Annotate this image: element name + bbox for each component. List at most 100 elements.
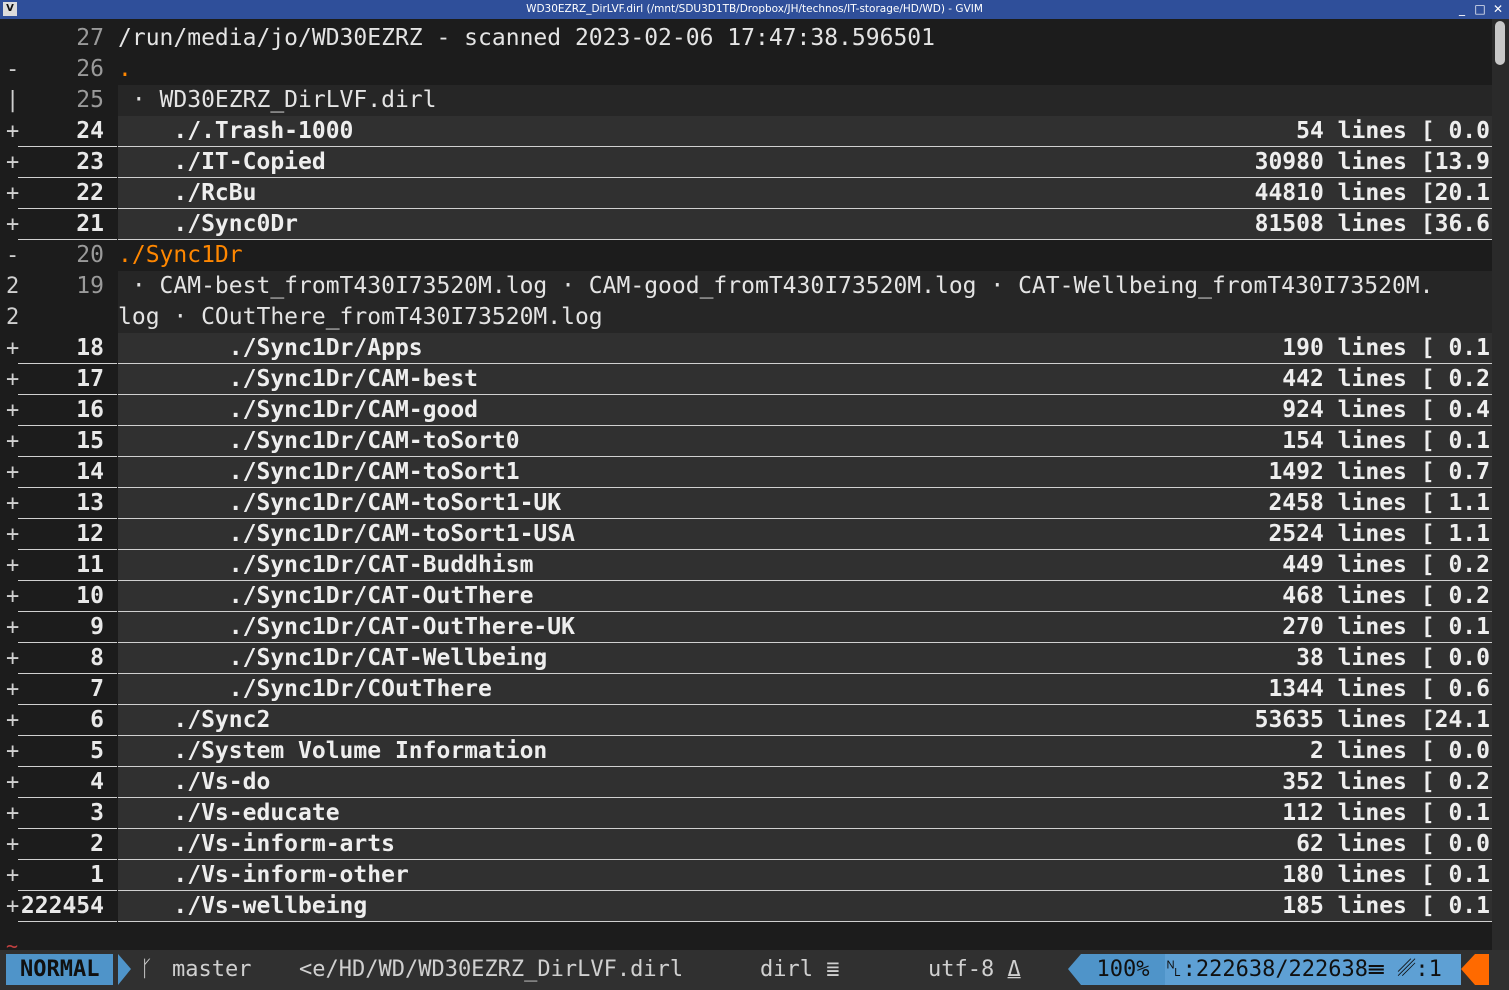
fold-text[interactable]: ./RcBu 44810 lines [20.1 xyxy=(118,178,1492,209)
git-branch-icon: ᚴ xyxy=(140,957,154,982)
line-number: 26 xyxy=(76,56,104,82)
fold-text[interactable]: ./Sync0Dr 81508 lines [36.6 xyxy=(118,209,1492,240)
minimize-button[interactable]: _ xyxy=(1454,0,1470,19)
buffer-line[interactable]: -26. xyxy=(0,54,1492,85)
fold-line[interactable]: +6 ./Sync2 53635 lines [24.1 xyxy=(0,705,1492,736)
fold-line[interactable]: +12 ./Sync1Dr/CAM-toSort1-USA 2524 lines … xyxy=(0,519,1492,550)
fold-label: ./IT-Copied xyxy=(118,149,326,175)
fold-line-count: 352 lines [ 0.2 xyxy=(1282,769,1490,795)
fold-line-count: 30980 lines [13.9 xyxy=(1254,149,1490,175)
line-text[interactable]: /run/media/jo/WD30EZRZ - scanned 2023-02… xyxy=(118,23,1492,54)
fold-line[interactable]: +9 ./Sync1Dr/CAT-OutThere-UK 270 lines [ … xyxy=(0,612,1492,643)
fold-line[interactable]: +10 ./Sync1Dr/CAT-OutThere 468 lines [ 0.… xyxy=(0,581,1492,612)
fold-label: ./Sync2 xyxy=(118,707,271,733)
fold-line[interactable]: +5 ./System Volume Information 2 lines [ … xyxy=(0,736,1492,767)
fold-text[interactable]: ./Sync1Dr/Apps 190 lines [ 0.1 xyxy=(118,333,1492,364)
fold-text[interactable]: ./System Volume Information 2 lines [ 0.0 xyxy=(118,736,1492,767)
fold-line[interactable]: +2 ./Vs-inform-arts 62 lines [ 0.0 xyxy=(0,829,1492,860)
fold-label: ./Vs-inform-other xyxy=(118,862,409,888)
line-text[interactable]: . xyxy=(118,54,1492,85)
line-number: 222454 xyxy=(20,893,104,919)
line-number: 25 xyxy=(76,87,104,113)
fold-text[interactable]: ./Vs-inform-arts 62 lines [ 0.0 xyxy=(118,829,1492,860)
close-button[interactable]: ✕ xyxy=(1490,0,1506,19)
maximize-button[interactable]: □ xyxy=(1472,0,1488,19)
fold-line[interactable]: +4 ./Vs-do 352 lines [ 0.2 xyxy=(0,767,1492,798)
fold-line[interactable]: +24 ./.Trash-1000 54 lines [ 0.0 xyxy=(0,116,1492,147)
fold-column-sign[interactable]: 2 xyxy=(6,302,19,333)
line-number: 22 xyxy=(76,180,104,206)
line-number: 14 xyxy=(76,459,104,485)
fold-label: ./Sync1Dr/COutThere xyxy=(118,676,492,702)
fold-text[interactable]: ./Sync1Dr/CAM-toSort1-UK 2458 lines [ 1.1 xyxy=(118,488,1492,519)
line-gutter: +1 xyxy=(6,860,117,891)
encoding: utf-8 ⍙ xyxy=(928,957,1021,982)
fold-line[interactable]: +23 ./IT-Copied 30980 lines [13.9 xyxy=(0,147,1492,178)
buffer-line[interactable]: 2 log · COutThere_fromT430I73520M.log xyxy=(0,302,1492,333)
file-path: <e/HD/WD/WD30EZRZ_DirLVF.dirl xyxy=(299,957,684,982)
line-number: 15 xyxy=(76,428,104,454)
fold-text[interactable]: ./Sync1Dr/CAT-Wellbeing 38 lines [ 0.0 xyxy=(118,643,1492,674)
fold-line[interactable]: +13 ./Sync1Dr/CAM-toSort1-UK 2458 lines [… xyxy=(0,488,1492,519)
fold-line[interactable]: +17 ./Sync1Dr/CAM-best 442 lines [ 0.2 xyxy=(0,364,1492,395)
buffer-line[interactable]: 27/run/media/jo/WD30EZRZ - scanned 2023-… xyxy=(0,23,1492,54)
fold-text[interactable]: ./.Trash-1000 54 lines [ 0.0 xyxy=(118,116,1492,147)
fold-line-count: 2 lines [ 0.0 xyxy=(1309,738,1490,764)
fold-text[interactable]: ./Vs-educate 112 lines [ 0.1 xyxy=(118,798,1492,829)
line-number: 21 xyxy=(76,211,104,237)
fold-text[interactable]: ./Vs-wellbeing 185 lines [ 0.1 xyxy=(118,891,1492,922)
fold-line[interactable]: +14 ./Sync1Dr/CAM-toSort1 1492 lines [ 0.… xyxy=(0,457,1492,488)
fold-label: ./Sync1Dr/CAM-toSort1 xyxy=(118,459,520,485)
fold-line[interactable]: +15 ./Sync1Dr/CAM-toSort0 154 lines [ 0.1 xyxy=(0,426,1492,457)
fold-line[interactable]: +16 ./Sync1Dr/CAM-good 924 lines [ 0.4 xyxy=(0,395,1492,426)
fold-text[interactable]: ./Sync1Dr/COutThere 1344 lines [ 0.6 xyxy=(118,674,1492,705)
fold-line-count: 190 lines [ 0.1 xyxy=(1282,335,1490,361)
fold-line[interactable]: +8 ./Sync1Dr/CAT-Wellbeing 38 lines [ 0.0 xyxy=(0,643,1492,674)
fold-text[interactable]: ./Vs-do 352 lines [ 0.2 xyxy=(118,767,1492,798)
line-gutter: +3 xyxy=(6,798,117,829)
line-gutter: 2 19 xyxy=(0,271,117,302)
fold-text[interactable]: ./Vs-inform-other 180 lines [ 0.1 xyxy=(118,860,1492,891)
vertical-scrollbar[interactable] xyxy=(1492,19,1509,950)
line-gutter: -20 xyxy=(0,240,117,271)
fold-line[interactable]: +18 ./Sync1Dr/Apps 190 lines [ 0.1 xyxy=(0,333,1492,364)
fold-label: ./Sync1Dr/CAM-best xyxy=(118,366,479,392)
fold-label: ./Sync1Dr/CAM-toSort1-UK xyxy=(118,490,562,516)
fold-line[interactable]: +7 ./Sync1Dr/COutThere 1344 lines [ 0.6 xyxy=(0,674,1492,705)
line-text[interactable]: log · COutThere_fromT430I73520M.log xyxy=(118,302,1492,333)
line-number: 7 xyxy=(90,676,104,702)
fold-line[interactable]: +21 ./Sync0Dr 81508 lines [36.6 xyxy=(0,209,1492,240)
fold-line[interactable]: +11 ./Sync1Dr/CAT-Buddhism 449 lines [ 0.… xyxy=(0,550,1492,581)
fold-text[interactable]: ./Sync1Dr/CAT-OutThere 468 lines [ 0.2 xyxy=(118,581,1492,612)
fold-text[interactable]: ./IT-Copied 30980 lines [13.9 xyxy=(118,147,1492,178)
fold-text[interactable]: ./Sync1Dr/CAM-good 924 lines [ 0.4 xyxy=(118,395,1492,426)
fold-line-count: 924 lines [ 0.4 xyxy=(1282,397,1490,423)
line-text[interactable]: · WD30EZRZ_DirLVF.dirl xyxy=(118,85,1492,116)
buffer-line[interactable]: -20 ./Sync1Dr xyxy=(0,240,1492,271)
line-gutter: +16 xyxy=(6,395,117,426)
line-gutter: +11 xyxy=(6,550,117,581)
git-branch: master xyxy=(172,957,252,982)
fold-line[interactable]: +1 ./Vs-inform-other 180 lines [ 0.1 xyxy=(0,860,1492,891)
fold-text[interactable]: ./Sync1Dr/CAM-toSort1 1492 lines [ 0.7 xyxy=(118,457,1492,488)
window-titlebar: V WD30EZRZ_DirLVF.dirl (/mnt/SDU3D1TB/Dr… xyxy=(0,0,1509,19)
fold-line[interactable]: +222454 ./Vs-wellbeing 185 lines [ 0.1 xyxy=(0,891,1492,922)
editor-buffer[interactable]: 2 7/run/media/jo/WD30EZRZ - scanned 2023-… xyxy=(0,19,1492,950)
scrollbar-thumb[interactable] xyxy=(1495,21,1505,65)
buffer-line[interactable]: 2 19 · CAM-best_fromT430I73520M.log · CAM… xyxy=(0,271,1492,302)
fold-line[interactable]: +22 ./RcBu 44810 lines [20.1 xyxy=(0,178,1492,209)
fold-line-count: 180 lines [ 0.1 xyxy=(1282,862,1490,888)
fold-text[interactable]: ./Sync1Dr/CAM-toSort1-USA 2524 lines [ 1.… xyxy=(118,519,1492,550)
fold-text[interactable]: ./Sync1Dr/CAT-OutThere-UK 270 lines [ 0.1 xyxy=(118,612,1492,643)
line-gutter: +17 xyxy=(6,364,117,395)
fold-line[interactable]: +3 ./Vs-educate 112 lines [ 0.1 xyxy=(0,798,1492,829)
line-number: 3 xyxy=(90,800,104,826)
fold-text[interactable]: ./Sync1Dr/CAM-toSort0 154 lines [ 0.1 xyxy=(118,426,1492,457)
fold-text[interactable]: ./Sync1Dr/CAM-best 442 lines [ 0.2 xyxy=(118,364,1492,395)
line-text[interactable]: · CAM-best_fromT430I73520M.log · CAM-goo… xyxy=(118,271,1492,302)
fold-label: ./Sync0Dr xyxy=(118,211,299,237)
line-text[interactable]: ./Sync1Dr xyxy=(118,240,1492,271)
buffer-line[interactable]: | 25 · WD30EZRZ_DirLVF.dirl xyxy=(0,85,1492,116)
fold-text[interactable]: ./Sync2 53635 lines [24.1 xyxy=(118,705,1492,736)
fold-text[interactable]: ./Sync1Dr/CAT-Buddhism 449 lines [ 0.2 xyxy=(118,550,1492,581)
